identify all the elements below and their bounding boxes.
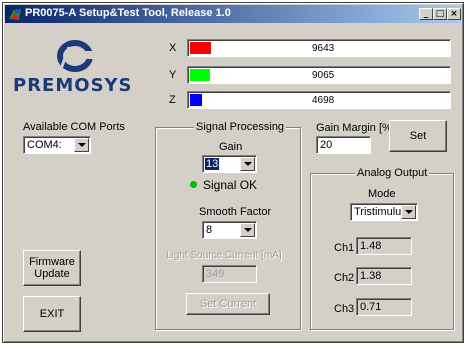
set-current-button: Set Current [186, 293, 270, 315]
light-source-current-label: Light Source Current [mA] [166, 250, 282, 261]
channel-label: Ch1 [334, 242, 355, 254]
set-gain-margin-button[interactable]: Set [389, 120, 447, 152]
bar-track-y: 9065 [187, 66, 451, 84]
light-source-current-field: 349 [202, 265, 257, 283]
bar-track-x: 9643 [187, 39, 451, 57]
channel-value: 0.71 [360, 301, 382, 313]
mode-select[interactable]: Tristimulus [350, 203, 418, 221]
firmware-update-button[interactable]: Firmware Update [23, 250, 81, 286]
gain-label: Gain [219, 141, 243, 153]
channel-value: 1.38 [360, 270, 382, 282]
signal-processing-title: Signal Processing [194, 121, 287, 133]
channel-label: Ch3 [334, 303, 355, 315]
close-button[interactable]: × [447, 8, 461, 20]
signal-status-indicator-icon [190, 181, 197, 188]
bar-fill-z [190, 94, 202, 106]
signal-status-text: Signal OK [203, 178, 258, 192]
com-ports-label: Available COM Ports [23, 121, 125, 133]
mode-label: Mode [368, 188, 396, 200]
bar-label-z: Z [169, 94, 176, 106]
exit-button[interactable]: EXIT [23, 296, 81, 332]
logo-text: PREMOSYS [13, 75, 133, 96]
channel-value-field: 1.48 [356, 237, 412, 255]
window-title: PR0075-A Setup&Test Tool, Release 1.0 [25, 7, 231, 19]
bar-value-y: 9065 [312, 70, 335, 81]
chevron-down-icon[interactable] [74, 138, 89, 152]
logo: PREMOSYS [13, 31, 143, 101]
gain-select[interactable]: 13 [202, 155, 257, 173]
bar-fill-x [190, 42, 211, 54]
logo-mark-icon [57, 40, 95, 72]
bar-value-z: 4698 [312, 95, 335, 106]
channel-label: Ch2 [334, 272, 355, 284]
com-port-value: COM4: [27, 139, 62, 151]
channel-value: 1.48 [360, 240, 382, 252]
chevron-down-icon[interactable] [240, 157, 255, 171]
channel-value-field: 1.38 [356, 267, 412, 285]
smooth-factor-label: Smooth Factor [199, 206, 272, 218]
app-icon [9, 8, 21, 20]
minimize-button[interactable]: _ [419, 8, 433, 20]
bar-value-x: 9643 [312, 43, 335, 54]
chevron-down-icon[interactable] [401, 205, 416, 219]
channel-value-field: 0.71 [356, 298, 412, 316]
smooth-factor-select[interactable]: 8 [202, 221, 257, 239]
bar-track-z: 4698 [187, 91, 451, 109]
gain-value: 13 [205, 158, 220, 170]
bar-label-x: X [169, 42, 177, 54]
maximize-button[interactable]: □ [433, 8, 447, 20]
gain-margin-value: 20 [320, 139, 333, 151]
light-source-current-value: 349 [206, 268, 225, 280]
mode-value: Tristimulus [354, 206, 407, 218]
smooth-factor-value: 8 [206, 224, 213, 236]
bar-label-y: Y [169, 69, 177, 81]
app-window: PR0075-A Setup&Test Tool, Release 1.0 _ … [2, 2, 464, 343]
com-port-select[interactable]: COM4: [23, 136, 91, 154]
bar-fill-y [190, 69, 210, 81]
gain-margin-input[interactable]: 20 [316, 136, 371, 154]
title-bar[interactable]: PR0075-A Setup&Test Tool, Release 1.0 _ … [5, 5, 461, 23]
analog-output-title: Analog Output [355, 167, 430, 179]
chevron-down-icon[interactable] [240, 223, 255, 237]
gain-margin-label: Gain Margin [%] [316, 122, 395, 134]
